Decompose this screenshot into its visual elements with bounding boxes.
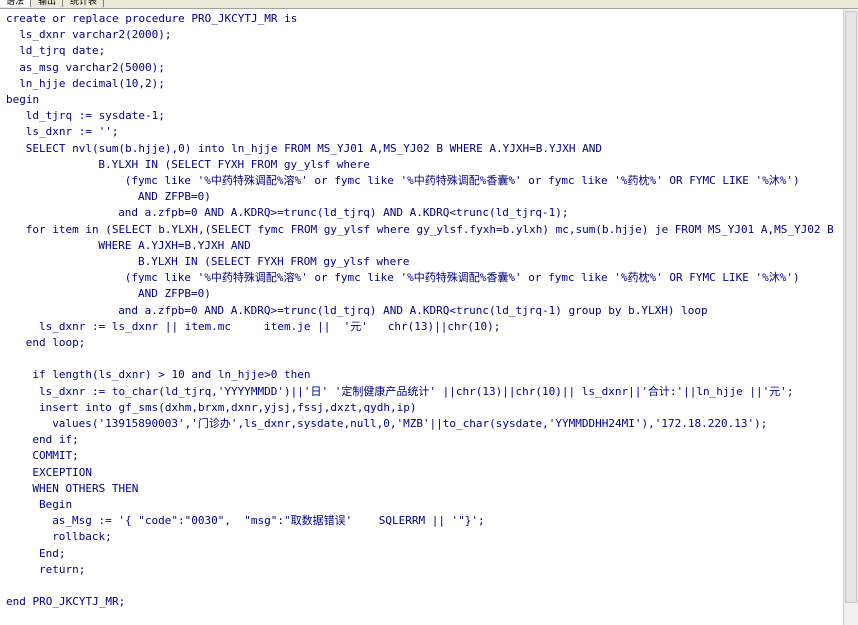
code-line: rollback;: [52, 530, 112, 544]
code-line: EXCEPTION: [32, 465, 92, 479]
code-line: ln_hjje decimal(10,2);: [19, 76, 165, 90]
code-line: WHERE A.YJXH=B.YJXH AND: [98, 238, 251, 252]
code-line: B.YLXH IN (SELECT FYXH FROM gy_ylsf wher…: [138, 255, 410, 268]
code-line: as_Msg := '{ "code":"0030", "msg":"取数据错误…: [52, 514, 485, 528]
code-line: and a.zfpb=0 AND A.KDRQ>=trunc(ld_tjrq) …: [118, 206, 569, 220]
code-line: begin: [6, 93, 40, 106]
scrollbar-thumb[interactable]: [845, 11, 857, 603]
code-line: as_msg varchar2(5000);: [19, 60, 165, 74]
code-line: create or replace procedure PRO_JKCYTJ_M…: [6, 12, 298, 25]
code-line: End;: [39, 546, 66, 560]
code-line: WHEN OTHERS THEN: [32, 481, 139, 495]
code-line: end if;: [32, 433, 79, 447]
code-line: ls_dxnr := '';: [25, 125, 119, 139]
code-line: end PRO_JKCYTJ_MR;: [6, 595, 126, 609]
tab-syntax[interactable]: 语法: [0, 0, 32, 7]
code-line: return;: [39, 562, 86, 576]
tab-stats[interactable]: 统计表: [64, 0, 105, 7]
code-line: Begin: [39, 498, 73, 511]
code-line: values('13915890003','门诊办',ls_dxnr,sysda…: [52, 417, 768, 430]
code-line: end loop;: [25, 336, 86, 349]
code-line: if length(ls_dxnr) > 10 and ln_hjje>0 th…: [32, 368, 311, 382]
code-line: ld_tjrq date;: [19, 44, 106, 58]
code-line: and a.zfpb=0 AND A.KDRQ>=trunc(ld_tjrq) …: [118, 303, 708, 317]
code-line: SELECT nvl(sum(b.hjje),0) into ln_hjje F…: [25, 141, 602, 155]
code-line: (fymc like '%中药特殊调配%溶%' or fymc like '%中…: [124, 174, 800, 187]
code-line: B.YLXH IN (SELECT FYXH FROM gy_ylsf wher…: [98, 157, 370, 171]
code-line: AND ZFPB=0): [138, 287, 211, 301]
code-line: for item in (SELECT b.YLXH,(SELECT fymc …: [25, 222, 834, 236]
code-line: ls_dxnr := to_char(ld_tjrq,'YYYYMMDD')||…: [39, 384, 794, 398]
code-line: COMMIT;: [32, 449, 79, 463]
code-editor[interactable]: create or replace procedure PRO_JKCYTJ_M…: [0, 9, 843, 625]
vertical-scrollbar[interactable]: [843, 9, 858, 625]
tab-output[interactable]: 输出: [32, 0, 64, 7]
code-line: insert into gf_sms(dxhm,brxm,dxnr,yjsj,f…: [39, 400, 417, 414]
code-line: ls_dxnr := ls_dxnr || item.mc item.je ||…: [39, 319, 501, 333]
editor-tab-strip: 语法 输出 统计表: [0, 0, 858, 9]
code-line: (fymc like '%中药特殊调配%溶%' or fymc like '%中…: [124, 271, 800, 285]
code-line: ld_tjrq := sysdate-1;: [25, 109, 165, 123]
code-line: AND ZFPB=0): [138, 190, 211, 204]
code-line: ls_dxnr varchar2(2000);: [19, 28, 172, 42]
